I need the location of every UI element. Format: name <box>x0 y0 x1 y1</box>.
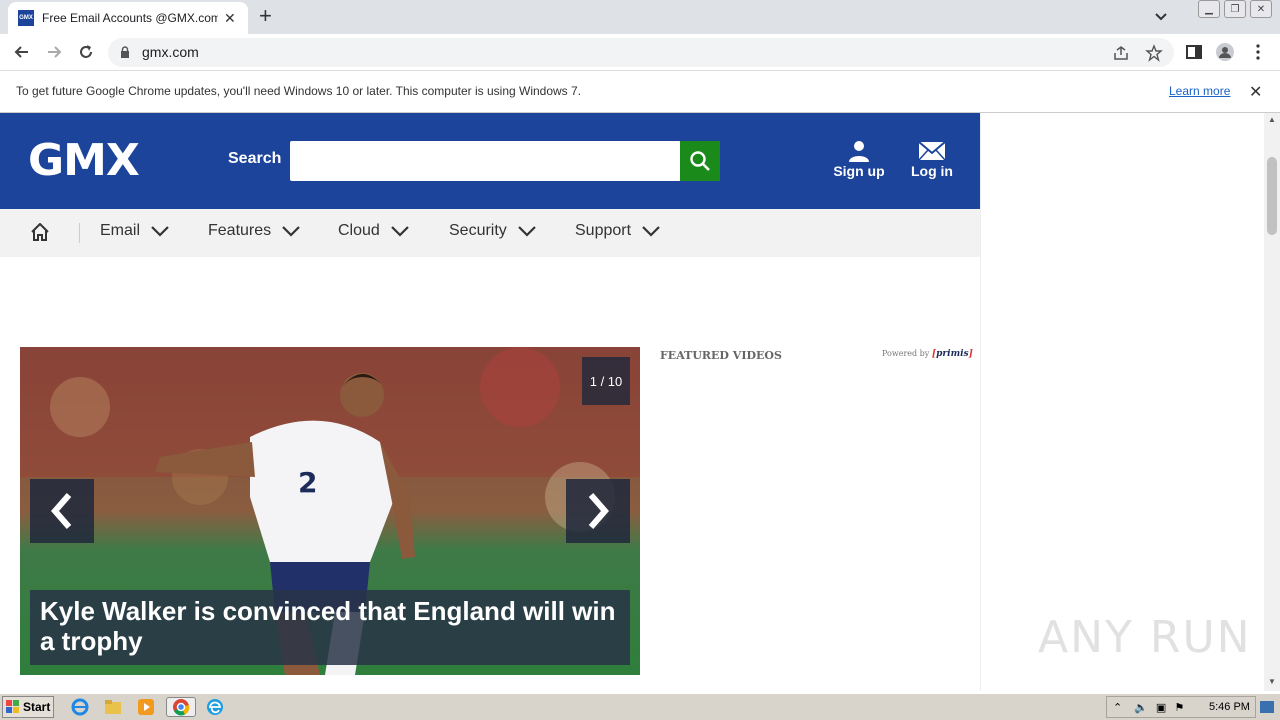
search-input[interactable] <box>290 141 680 181</box>
tab-close-icon[interactable]: ✕ <box>224 10 236 27</box>
signup-button[interactable]: Sign up <box>829 139 889 179</box>
gmx-logo[interactable]: GMX <box>28 135 140 186</box>
login-button[interactable]: Log in <box>902 139 962 179</box>
infobar-message: To get future Google Chrome updates, you… <box>16 84 582 98</box>
menu-icon[interactable] <box>1248 42 1268 62</box>
close-window-button[interactable]: ✕ <box>1250 0 1272 18</box>
windows-taskbar: Start ⌃ 🔈 ▣ ⚑ 5:46 PM <box>0 693 1280 720</box>
envelope-icon <box>918 141 946 161</box>
prev-slide-button[interactable] <box>30 479 94 543</box>
show-desktop-icon[interactable] <box>1260 701 1274 713</box>
back-icon[interactable] <box>12 42 32 62</box>
sidepanel-icon[interactable] <box>1184 42 1204 62</box>
nav-item-features[interactable]: Features <box>208 222 301 240</box>
arrow-right-icon <box>588 493 609 529</box>
page-scrollbar[interactable]: ▲ ▼ <box>1264 113 1280 691</box>
chevron-down-icon <box>391 226 409 237</box>
slide-caption[interactable]: Kyle Walker is convinced that England wi… <box>30 590 630 665</box>
next-slide-button[interactable] <box>566 479 630 543</box>
minimize-button[interactable]: ▁ <box>1198 0 1220 18</box>
nav-item-support[interactable]: Support <box>575 222 661 240</box>
infobar-close-icon[interactable]: ✕ <box>1249 82 1262 102</box>
login-label: Log in <box>911 163 953 179</box>
clock[interactable]: 5:46 PM <box>1209 701 1250 713</box>
lock-icon[interactable] <box>120 46 130 58</box>
chevron-down-icon <box>151 226 169 237</box>
chevron-down-icon <box>518 226 536 237</box>
nav-item-label: Email <box>100 222 141 239</box>
start-label: Start <box>23 700 51 714</box>
window-controls: ▁ ❐ ✕ <box>1198 0 1272 18</box>
tray-expand-icon[interactable]: ⌃ <box>1113 701 1122 714</box>
new-tab-button[interactable]: + <box>259 5 272 27</box>
browser-toolbar: gmx.com <box>0 34 1280 71</box>
anyrun-watermark: ANY RUN <box>1038 612 1252 663</box>
powered-by: Powered by [primis] <box>882 349 973 359</box>
media-player-icon[interactable] <box>135 697 157 717</box>
update-infobar: To get future Google Chrome updates, you… <box>0 71 1280 113</box>
explorer-icon[interactable] <box>102 697 124 717</box>
slide-counter: 1 / 10 <box>582 357 630 405</box>
edge-icon[interactable] <box>204 697 226 717</box>
primis-logo[interactable]: [primis] <box>932 349 973 359</box>
signup-label: Sign up <box>833 163 885 179</box>
right-pane <box>980 113 1264 691</box>
search-label: Search <box>228 150 282 167</box>
restore-button[interactable]: ❐ <box>1224 0 1246 18</box>
nav-item-label: Features <box>208 222 272 239</box>
scroll-down-icon[interactable]: ▼ <box>1268 677 1276 686</box>
network-icon[interactable]: ▣ <box>1156 701 1166 714</box>
start-button[interactable]: Start <box>2 696 54 718</box>
share-icon[interactable] <box>1112 44 1130 62</box>
tab-search-icon[interactable] <box>1153 8 1169 24</box>
chevron-down-icon <box>642 226 660 237</box>
ie-icon[interactable] <box>69 697 91 717</box>
chevron-down-icon <box>282 226 300 237</box>
nav-item-label: Security <box>449 222 507 239</box>
arrow-left-icon <box>51 493 72 529</box>
star-icon[interactable] <box>1145 44 1163 62</box>
nav-item-label: Cloud <box>338 222 380 239</box>
learn-more-link[interactable]: Learn more <box>1169 84 1230 98</box>
featured-videos-title: FEATURED VIDEOS <box>660 349 782 362</box>
nav-item-label: Support <box>575 222 632 239</box>
nav-item-cloud[interactable]: Cloud <box>338 222 410 240</box>
tab-strip: GMX Free Email Accounts @GMX.com: Se ✕ +… <box>0 0 1280 34</box>
windows-logo-icon <box>6 700 19 713</box>
search-icon <box>690 151 710 171</box>
browser-tab[interactable]: GMX Free Email Accounts @GMX.com: Se ✕ <box>8 2 248 34</box>
address-bar[interactable]: gmx.com <box>108 38 1174 67</box>
nav-item-security[interactable]: Security <box>449 222 537 240</box>
powered-by-label: Powered by <box>882 349 930 358</box>
forward-icon[interactable] <box>44 42 64 62</box>
home-icon[interactable] <box>31 223 49 241</box>
nav-divider <box>79 223 80 243</box>
tab-title: Free Email Accounts @GMX.com: Se <box>42 11 218 25</box>
news-slider: 2 1 / 10 Kyle Walker is convinced that E… <box>20 347 640 675</box>
gmx-favicon-icon: GMX <box>18 10 34 26</box>
jersey-number: 2 <box>298 466 317 499</box>
web-page: GMX Search Sign up Log in Email Features… <box>0 113 1264 691</box>
profile-icon[interactable] <box>1215 42 1235 62</box>
nav-item-email[interactable]: Email <box>100 222 170 240</box>
main-nav: Email Features Cloud Security Support <box>0 209 980 257</box>
volume-icon[interactable]: 🔈 <box>1134 701 1148 714</box>
primis-brand: primis <box>936 349 969 359</box>
user-icon <box>849 141 869 162</box>
scroll-thumb[interactable] <box>1267 157 1277 235</box>
chrome-icon[interactable] <box>166 697 196 717</box>
flag-icon[interactable]: ⚑ <box>1174 701 1184 714</box>
search-button[interactable] <box>680 141 720 181</box>
reload-icon[interactable] <box>76 42 96 62</box>
scroll-up-icon[interactable]: ▲ <box>1268 115 1276 124</box>
site-header: GMX Search Sign up Log in <box>0 113 980 209</box>
url-text: gmx.com <box>142 44 199 60</box>
